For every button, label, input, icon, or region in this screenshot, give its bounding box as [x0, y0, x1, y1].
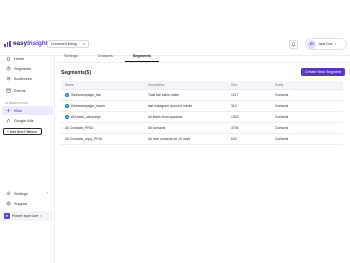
- cell-size: 1217: [231, 93, 239, 97]
- column-header-description[interactable]: Description: [148, 83, 231, 87]
- tab-settings[interactable]: Settings: [56, 51, 86, 62]
- create-segment-button[interactable]: Create New Segment: [301, 68, 345, 76]
- cell-name: f Salescampaign_insom: [61, 104, 148, 108]
- cell-name: All Contacts_PRIU: [61, 126, 148, 130]
- cell-entity: Contacts: [275, 93, 289, 97]
- add-platform-button[interactable]: + Add New Platform: [3, 128, 42, 135]
- sidebar-item-settings[interactable]: Settings ›: [2, 189, 53, 198]
- support-icon: [5, 201, 11, 207]
- logo[interactable]: easyInsights: [4, 40, 51, 47]
- top-bar: easyInsights Unnamed listing ▾ JD Jane D…: [0, 0, 350, 56]
- table-row[interactable]: All Contacts_copy_PRIU All new contacts f…: [61, 134, 343, 145]
- sidebar-item-label: Settings: [14, 191, 28, 196]
- bell-icon: [291, 42, 296, 47]
- chevron-down-icon: ▾: [83, 42, 85, 46]
- tab-divider: [56, 62, 350, 63]
- klikk-icon: [5, 108, 11, 114]
- sidebar-item-label: Audiences: [14, 76, 32, 81]
- chevron-down-icon: ▾: [40, 214, 42, 218]
- facebook-icon: f: [65, 115, 69, 119]
- chevron-down-icon: ▾: [334, 42, 337, 46]
- sidebar-item-events[interactable]: Events: [2, 86, 53, 95]
- cell-name: f Salescampaign_fab: [61, 93, 148, 97]
- store-name: Pioneer style store: [12, 214, 39, 218]
- cell-size: 1302: [231, 115, 239, 119]
- segments-table: Name Description Size Entity f Salescampa…: [61, 81, 343, 145]
- table-header: Name Description Size Entity: [61, 81, 343, 90]
- cell-description: Total fab sales make: [148, 93, 179, 97]
- user-menu[interactable]: JD Jane Doe ▾: [305, 38, 347, 50]
- table-row[interactable]: f AllLeads_campaign All leads from cpadons…: [61, 112, 343, 123]
- table-row[interactable]: f Salescampaign_fab Total fab sales make 12…: [61, 90, 343, 101]
- sidebar-item-google-ads[interactable]: Google Ads: [2, 116, 53, 125]
- sidebar-item-segments[interactable]: Segments: [2, 64, 53, 73]
- column-header-entity[interactable]: Entity: [275, 83, 335, 87]
- section-label-integrations: INTEGRATIONS: [5, 101, 29, 105]
- segment-name: Salescampaign_fab: [71, 93, 101, 97]
- cell-size: 3746: [231, 126, 239, 130]
- store-avatar: P: [4, 213, 10, 219]
- segment-name: All Contacts_PRIU: [65, 126, 94, 130]
- chevron-right-icon: ›: [46, 190, 48, 195]
- column-header-name[interactable]: Name: [61, 83, 148, 87]
- tab-datasets[interactable]: Datasets: [90, 51, 121, 62]
- events-icon: [5, 88, 11, 94]
- sidebar-item-klikk[interactable]: Klikk: [2, 106, 53, 115]
- sidebar-item-home[interactable]: Home: [2, 54, 53, 63]
- workspace-select[interactable]: Unnamed listing ▾: [47, 40, 89, 48]
- cell-entity: Contacts: [275, 104, 289, 108]
- notification-button[interactable]: [289, 40, 298, 49]
- cell-description: last instagram account media: [148, 104, 193, 108]
- audiences-icon: [5, 76, 11, 82]
- facebook-icon: f: [65, 104, 69, 108]
- sidebar-item-label: Home: [14, 56, 25, 61]
- facebook-icon: f: [65, 93, 69, 97]
- cell-name: All Contacts_copy_PRIU: [61, 137, 148, 141]
- segment-name: AllLeads_campaign: [71, 115, 101, 119]
- sidebar: Home Segments Audiences Events INTEGRATI…: [0, 56, 55, 263]
- cell-name: f AllLeads_campaign: [61, 115, 148, 119]
- cell-size: 314: [231, 104, 237, 108]
- store-switcher[interactable]: P Pioneer style store ▾: [2, 211, 53, 221]
- cell-description: All new contacts for 29 days: [148, 137, 191, 141]
- tab-bar: Settings Datasets Segments: [56, 51, 163, 62]
- column-header-size[interactable]: Size: [231, 83, 275, 87]
- sidebar-item-label: Klikk: [14, 108, 23, 113]
- cell-description: All contacts: [148, 126, 166, 130]
- sidebar-item-support[interactable]: Support: [2, 199, 53, 208]
- table-row[interactable]: All Contacts_PRIU All contacts 3746 Contact…: [61, 123, 343, 134]
- tab-segments[interactable]: Segments: [124, 51, 159, 62]
- segments-icon: [5, 66, 11, 72]
- cell-entity: Contacts: [275, 126, 289, 130]
- sidebar-item-label: Support: [14, 201, 28, 206]
- sidebar-item-audiences[interactable]: Audiences: [2, 74, 53, 83]
- cell-size: 632: [231, 137, 237, 141]
- page-title: Segments(5): [61, 70, 92, 76]
- cell-description: All leads from cpadons: [148, 115, 183, 119]
- user-name: Jane Doe: [318, 42, 333, 46]
- segment-name: All Contacts_copy_PRIU: [65, 137, 103, 141]
- table-body: f Salescampaign_fab Total fab sales make 12…: [61, 90, 343, 145]
- cell-entity: Contacts: [275, 115, 289, 119]
- logo-text: easyInsights: [13, 40, 52, 47]
- sidebar-item-label: Segments: [14, 66, 32, 71]
- home-icon: [5, 56, 11, 62]
- google-ads-icon: [5, 118, 11, 124]
- logo-bars-icon: [4, 40, 12, 47]
- cell-entity: Contacts: [275, 137, 289, 141]
- avatar: JD: [307, 39, 316, 49]
- table-row[interactable]: f Salescampaign_insom last instagram accou…: [61, 101, 343, 112]
- segment-name: Salescampaign_insom: [71, 104, 106, 108]
- sidebar-item-label: Events: [14, 88, 26, 93]
- sidebar-item-label: Google Ads: [14, 118, 34, 123]
- workspace-label: Unnamed listing: [51, 42, 77, 46]
- gear-icon: [5, 191, 11, 197]
